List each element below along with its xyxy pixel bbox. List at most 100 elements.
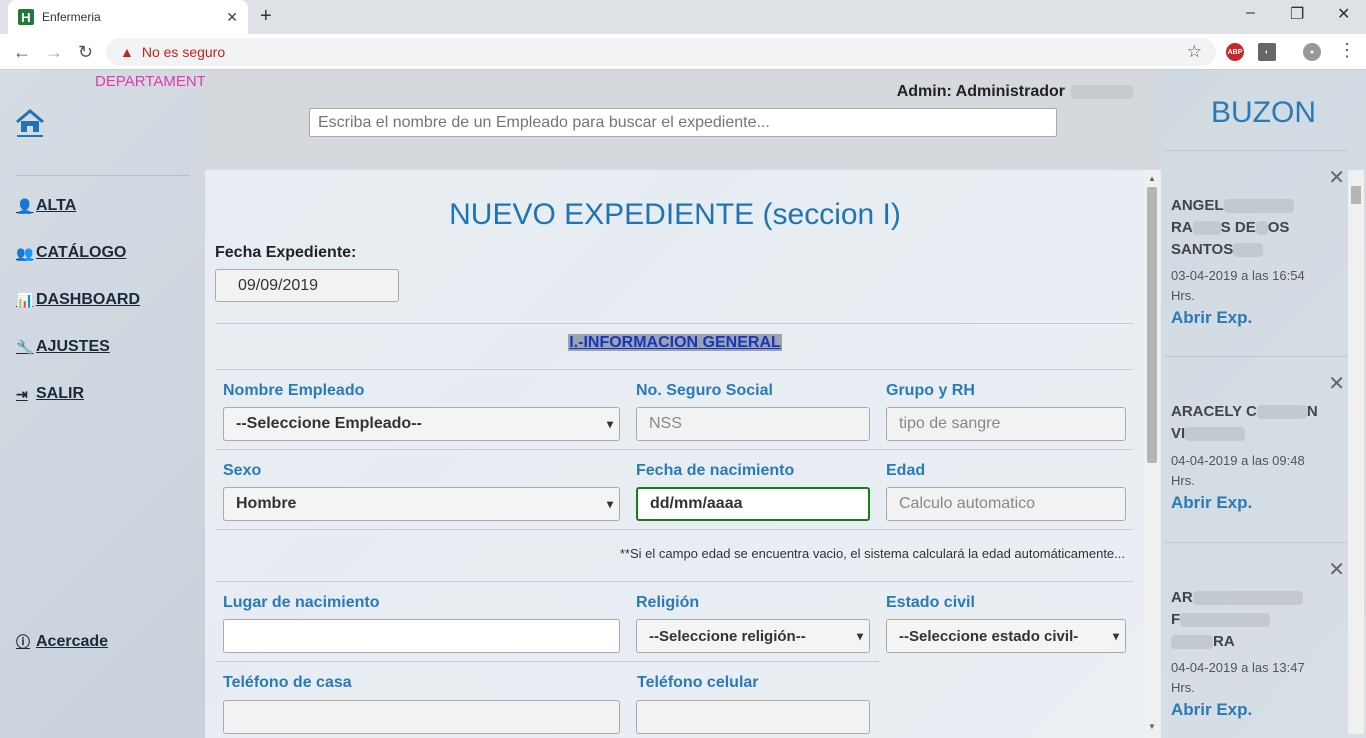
nombre-empleado-label: Nombre Empleado: [223, 382, 365, 399]
card-date-text: 04-04-2019 a las 13:47: [1171, 660, 1305, 675]
open-expediente-link[interactable]: Abrir Exp.: [1171, 700, 1252, 720]
divider: [215, 529, 1133, 530]
redacted-block: [1185, 427, 1246, 442]
scrollbar-thumb[interactable]: [1351, 186, 1361, 204]
redacted-block: [1233, 243, 1264, 258]
sidebar-item-label: CATÁLOGO: [36, 244, 127, 261]
sidebar-item-label: SALIR: [36, 385, 84, 402]
extension-icon[interactable]: ◐: [1258, 43, 1276, 61]
sidebar-item-label: AJUSTES: [36, 338, 110, 355]
form-scrollbar[interactable]: ▲ ▼: [1144, 170, 1160, 738]
divider: [215, 323, 1133, 324]
close-icon[interactable]: ✕: [1328, 557, 1345, 582]
user-icon: 👤: [16, 197, 34, 214]
grupo-rh-label: Grupo y RH: [886, 382, 975, 399]
url-field[interactable]: ▲ No es seguro ☆: [106, 38, 1216, 66]
admin-label: Admin: Administrador: [897, 83, 1133, 101]
sidebar: DEPARTAMENTO DE ENFERMERIA 👤 ALTA 👥 CATÁ…: [0, 70, 345, 738]
minimize-icon[interactable]: –: [1246, 4, 1255, 22]
card-hrs: Hrs.: [1171, 473, 1195, 488]
buzon-panel: BUZON ✕ ANGEL RA S DE OS SANTOS 03-04-2019…: [1161, 70, 1366, 738]
lugar-nacimiento-label: Lugar de nacimiento: [223, 594, 380, 611]
new-tab-button[interactable]: +: [260, 5, 272, 28]
sidebar-item-ajustes[interactable]: 🔧 AJUSTES: [16, 338, 110, 356]
nss-input[interactable]: NSS: [636, 407, 870, 441]
redacted-block: [1180, 613, 1271, 628]
name-part: N: [1306, 403, 1318, 420]
sidebar-item-catalogo[interactable]: 👥 CATÁLOGO: [16, 244, 126, 262]
close-tab-icon[interactable]: ✕: [226, 9, 238, 26]
sidebar-divider: [16, 175, 190, 176]
buzon-scrollbar[interactable]: [1348, 170, 1364, 734]
sidebar-item-dashboard[interactable]: 📊 DASHBOARD: [16, 291, 140, 309]
browser-tab[interactable]: H Enfermeria ✕: [8, 0, 248, 34]
redacted-block: [1255, 221, 1268, 236]
card-date: 04-04-2019 a las 09:48 Hrs.: [1171, 451, 1331, 491]
browser-tab-bar: H Enfermeria ✕ + – ❐ ✕: [0, 0, 1366, 34]
scroll-down-icon[interactable]: ▼: [1148, 722, 1156, 731]
about-link[interactable]: ⓘ Acercade: [16, 632, 108, 652]
scrollbar-thumb[interactable]: [1147, 187, 1157, 463]
employee-search-input[interactable]: [309, 108, 1057, 137]
fecha-expediente-field[interactable]: 09/09/2019: [215, 269, 399, 302]
home-icon[interactable]: [14, 107, 46, 139]
grupo-rh-input[interactable]: tipo de sangre: [886, 407, 1126, 441]
estado-civil-select[interactable]: --Seleccione estado civil-: [886, 619, 1126, 653]
card-hrs: Hrs.: [1171, 288, 1195, 303]
info-icon: ⓘ: [16, 634, 30, 650]
sidebar-item-alta[interactable]: 👤 ALTA: [16, 197, 76, 215]
form-title: NUEVO EXPEDIENTE (seccion I): [449, 198, 901, 231]
close-icon[interactable]: ✕: [1328, 371, 1345, 396]
name-part: ARACELY C: [1171, 403, 1257, 420]
section-title-text: I.-INFORMACION GENERAL: [568, 334, 782, 351]
name-part: AR: [1171, 589, 1193, 606]
edad-note: **Si el campo edad se encuentra vacio, e…: [619, 546, 1125, 561]
divider: [215, 449, 1133, 450]
restore-icon[interactable]: ❐: [1290, 4, 1304, 24]
fecha-nacimiento-label: Fecha de nacimiento: [636, 462, 795, 479]
redacted-block: [1192, 591, 1303, 606]
open-expediente-link[interactable]: Abrir Exp.: [1171, 308, 1252, 328]
telefono-casa-input[interactable]: [223, 700, 620, 734]
favicon-icon: H: [18, 9, 34, 25]
section-title: I.-INFORMACION GENERAL: [205, 334, 1145, 352]
adblock-icon[interactable]: ABP: [1226, 43, 1244, 61]
admin-text: Admin: Administrador: [896, 83, 1065, 100]
open-expediente-link[interactable]: Abrir Exp.: [1171, 493, 1252, 513]
telefono-celular-input[interactable]: [636, 700, 870, 734]
forward-icon[interactable]: →: [45, 42, 63, 63]
card-date-text: 03-04-2019 a las 16:54: [1171, 268, 1305, 283]
religion-select[interactable]: --Seleccione religión--: [636, 619, 870, 653]
name-part: S: [1220, 219, 1231, 236]
estado-civil-label: Estado civil: [886, 594, 975, 611]
edad-input[interactable]: Calculo automatico: [886, 487, 1126, 521]
name-part: VI: [1171, 425, 1186, 442]
security-warning: No es seguro: [141, 44, 226, 60]
empleado-select[interactable]: --Seleccione Empleado--: [223, 407, 620, 441]
name-part: SANTOS: [1171, 241, 1234, 258]
profile-avatar-icon[interactable]: ●: [1303, 43, 1321, 61]
sidebar-item-salir[interactable]: ⇥ SALIR: [16, 385, 84, 403]
scroll-up-icon[interactable]: ▲: [1148, 174, 1156, 183]
card-date-text: 04-04-2019 a las 09:48: [1171, 453, 1305, 468]
buzon-title: BUZON: [1211, 96, 1316, 129]
edad-label: Edad: [886, 462, 926, 479]
tab-title: Enfermeria: [42, 10, 101, 24]
sidebar-item-label: DASHBOARD: [36, 291, 140, 308]
name-part: RA: [1171, 219, 1193, 236]
bookmark-star-icon[interactable]: ☆: [1187, 42, 1202, 62]
close-icon[interactable]: ✕: [1328, 165, 1345, 190]
buzon-card: ✕ AR F RA 04-04-2019 a las 13:47 Hrs. Abr…: [1164, 542, 1347, 738]
telefono-celular-label: Teléfono celular: [637, 674, 759, 691]
name-part: DE: [1234, 219, 1256, 236]
fecha-nacimiento-input[interactable]: dd/mm/aaaa: [636, 487, 870, 521]
sexo-select[interactable]: Hombre: [223, 487, 620, 521]
menu-kebab-icon[interactable]: ⋮: [1338, 40, 1356, 61]
reload-icon[interactable]: ↻: [78, 42, 93, 63]
redacted-block: [1192, 221, 1221, 236]
card-date: 04-04-2019 a las 13:47 Hrs.: [1171, 658, 1331, 698]
lugar-nacimiento-input[interactable]: [223, 619, 620, 653]
back-icon[interactable]: ←: [13, 42, 31, 63]
window-close-icon[interactable]: ✕: [1337, 4, 1350, 24]
name-part: RA: [1213, 633, 1235, 650]
